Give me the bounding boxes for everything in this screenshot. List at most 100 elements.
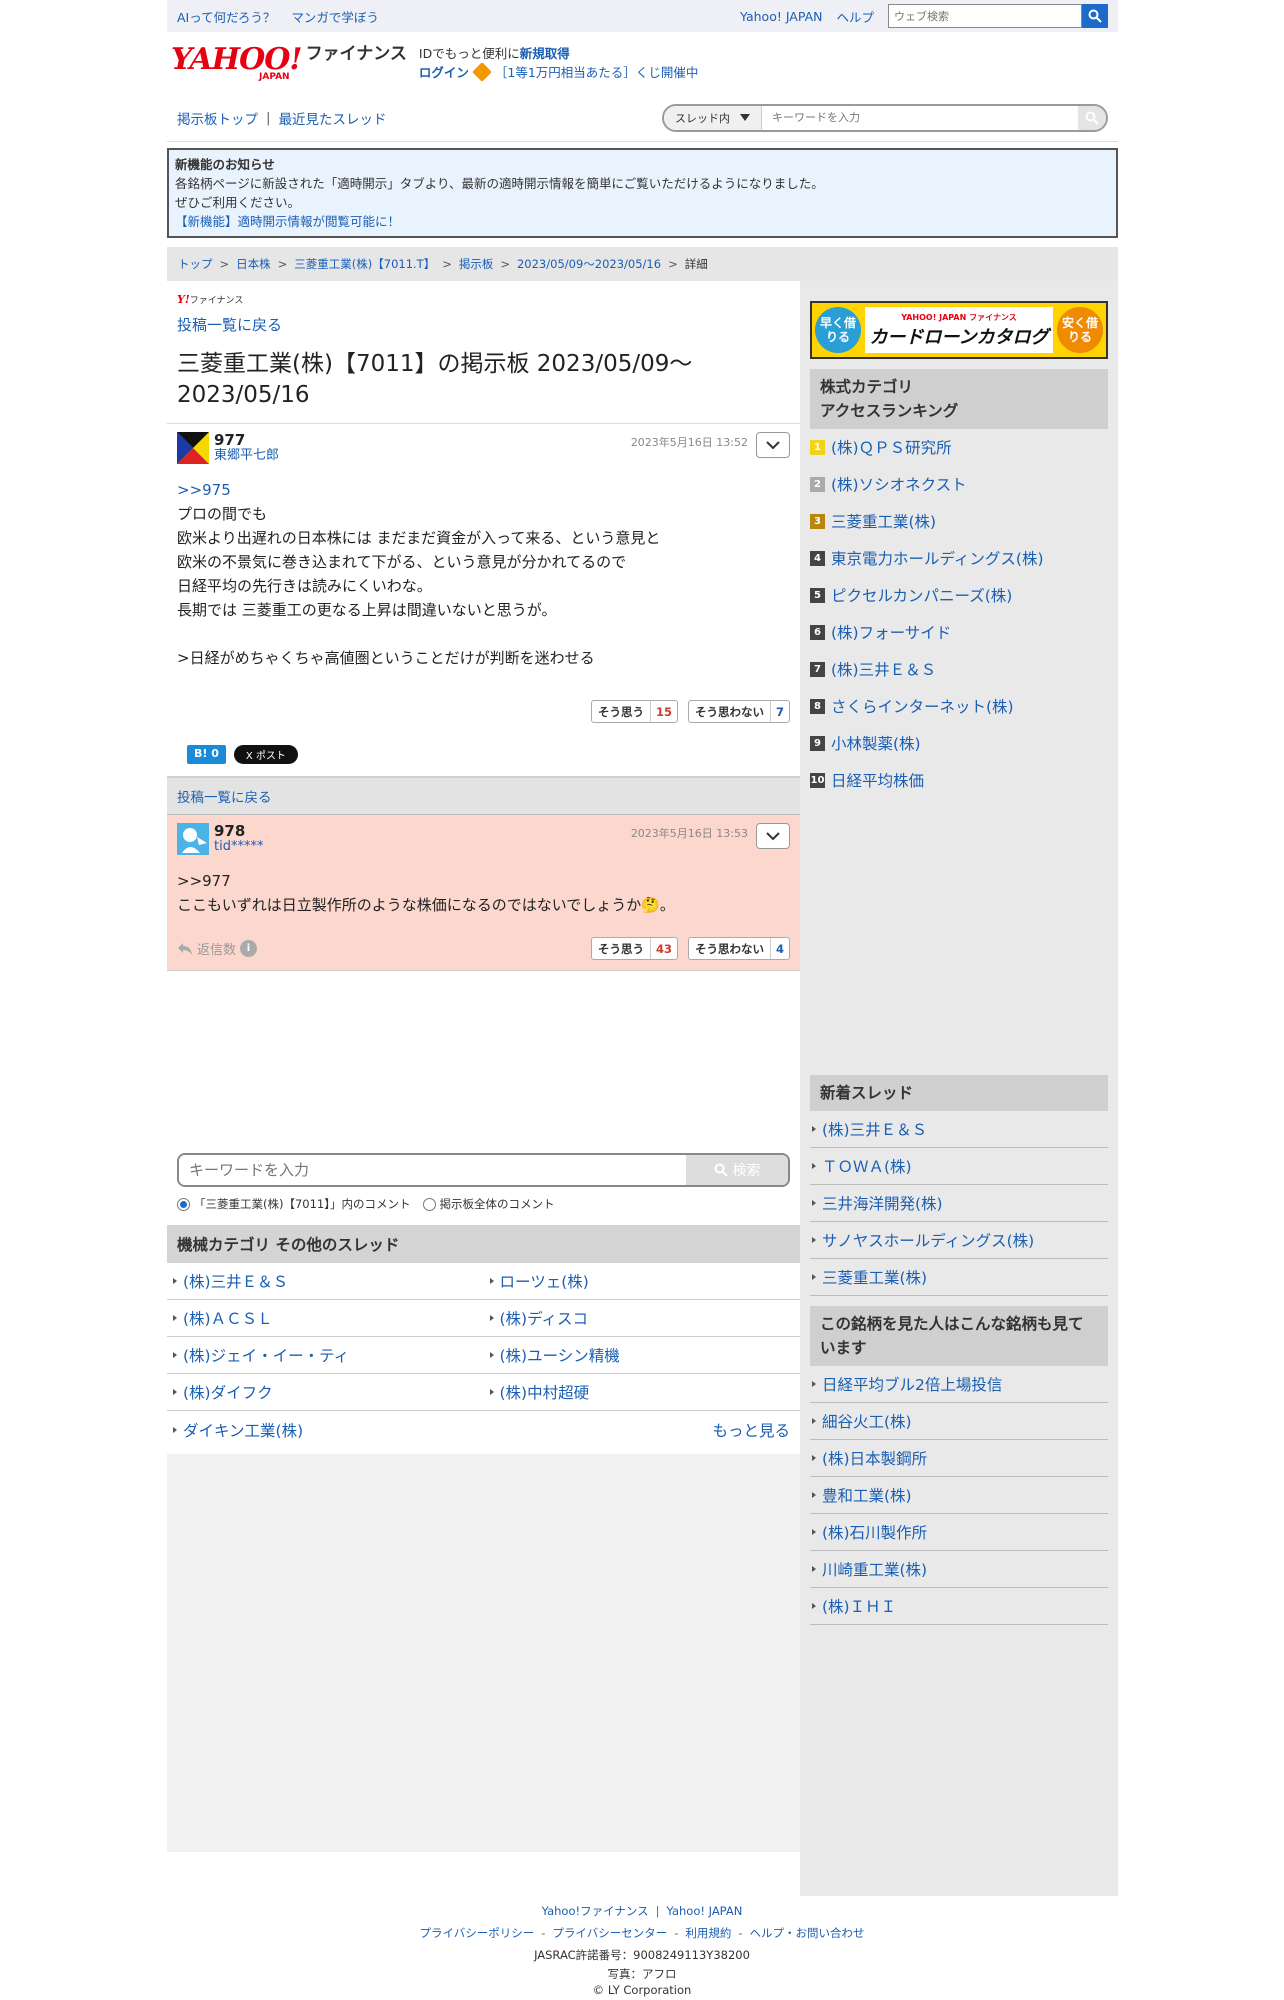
post-number[interactable]: 977	[214, 432, 279, 448]
reply-count[interactable]: 返信数 i	[177, 939, 258, 958]
thread-link[interactable]: (株)三井Ｅ＆Ｓ	[183, 1270, 288, 1292]
web-search-button[interactable]	[1082, 4, 1108, 28]
search-scope-select[interactable]: スレッド内	[664, 105, 762, 130]
board-search-button[interactable]: 検索	[686, 1155, 788, 1185]
footer-yahoo-link[interactable]: Yahoo! JAPAN	[667, 1904, 743, 1918]
thread-link[interactable]: ＴＯＷＡ(株)	[822, 1155, 912, 1177]
hatena-bookmark-button[interactable]: B! 0	[187, 745, 226, 764]
post-user[interactable]: 東郷平七郎	[214, 448, 279, 463]
thread-link[interactable]: 三菱重工業(株)	[822, 1266, 927, 1288]
reply-anchor-link[interactable]: >>975	[177, 481, 231, 499]
thread-link[interactable]: (株)ユーシン精機	[500, 1344, 620, 1366]
agree-button[interactable]: そう思う 43	[590, 937, 678, 960]
thread-link[interactable]: (株)ダイフク	[183, 1381, 273, 1403]
post-text: ここもいずれは日立製作所のような株価になるのではないでしょうか🤔。	[177, 896, 675, 914]
yahoo-finance-logo[interactable]: YAHOO! ファイナンス JAPAN	[171, 44, 407, 82]
thread-link[interactable]: (株)ジェイ・イー・ティ	[183, 1344, 349, 1366]
stock-link[interactable]: 豊和工業(株)	[822, 1484, 912, 1506]
agree-button[interactable]: そう思う 15	[590, 700, 678, 723]
back-to-list-link[interactable]: 投稿一覧に戻る	[177, 790, 272, 806]
stock-link[interactable]: 細谷火工(株)	[822, 1410, 912, 1432]
thread-link[interactable]: (株)三井Ｅ＆Ｓ	[822, 1118, 927, 1140]
crumb-stock[interactable]: 三菱重工業(株)【7011.T】	[294, 256, 435, 272]
stock-link[interactable]: (株)ＩＨＩ	[822, 1595, 896, 1617]
breadcrumb: トップ > 日本株 > 三菱重工業(株)【7011.T】 > 掲示板 > 2023/05…	[167, 247, 1118, 281]
rank-badge: 1	[810, 439, 825, 455]
crumb-japan-stocks[interactable]: 日本株	[236, 256, 271, 272]
ranking-link[interactable]: (株)ソシオネクスト	[831, 473, 967, 495]
ranking-link[interactable]: (株)フォーサイド	[831, 621, 951, 643]
thread-link[interactable]: (株)ディスコ	[500, 1307, 589, 1329]
footer-privacy-center-link[interactable]: プライバシーセンター	[552, 1926, 667, 1940]
notice-title: 新機能のお知らせ	[175, 157, 275, 172]
stock-link[interactable]: 日経平均ブル2倍上場投信	[822, 1373, 1002, 1395]
footer-privacy-policy-link[interactable]: プライバシーポリシー	[419, 1926, 534, 1940]
login-link[interactable]: ログイン	[419, 65, 469, 80]
crumb-top[interactable]: トップ	[178, 256, 213, 272]
back-to-list-link[interactable]: 投稿一覧に戻る	[177, 316, 282, 334]
signup-link[interactable]: 新規取得	[520, 46, 570, 61]
ranking-heading-line1: 株式カテゴリ	[820, 378, 914, 396]
manga-link[interactable]: マンガで学ぼう	[291, 7, 379, 26]
ranking-item: 1 (株)ＱＰＳ研究所	[810, 429, 1108, 466]
stock-link[interactable]: (株)日本製鋼所	[822, 1447, 927, 1469]
list-item: (株)ジェイ・イー・ティ	[167, 1337, 484, 1374]
ranking-item: 9 小林製薬(株)	[810, 725, 1108, 762]
thread-search-input[interactable]	[762, 105, 1078, 130]
disagree-button[interactable]: そう思わない 4	[687, 937, 790, 960]
disagree-button[interactable]: そう思わない 7	[687, 700, 790, 723]
list-item: 三井海洋開発(株)	[810, 1185, 1108, 1222]
thread-link[interactable]: (株)ＡＣＳＬ	[183, 1307, 273, 1329]
stock-link[interactable]: 川崎重工業(株)	[822, 1558, 927, 1580]
footer-help-link[interactable]: ヘルプ・お問い合わせ	[750, 1926, 865, 1940]
thread-link[interactable]: (株)中村超硬	[500, 1381, 590, 1403]
board-search-label: 検索	[732, 1163, 761, 1179]
stock-link[interactable]: (株)石川製作所	[822, 1521, 927, 1543]
rank-badge: 3	[810, 513, 825, 529]
info-icon: i	[240, 940, 258, 957]
header-promo: IDでもっと便利に新規取得 ログイン ［1等1万円相当あたる］くじ開催中	[419, 44, 698, 82]
crumb-period[interactable]: 2023/05/09〜2023/05/16	[517, 256, 661, 272]
banner-brand: YAHOO! JAPAN ファイナンス	[901, 312, 1017, 322]
post-user[interactable]: tid*****	[214, 839, 263, 854]
post-menu-button[interactable]	[756, 823, 790, 849]
avatar[interactable]	[177, 823, 209, 855]
notice-link[interactable]: 【新機能】適時開示情報が閲覧可能に！	[175, 214, 400, 229]
thread-search-button[interactable]	[1078, 105, 1106, 130]
footer-terms-link[interactable]: 利用規約	[685, 1926, 731, 1940]
avatar[interactable]	[177, 432, 209, 464]
footer-finance-link[interactable]: Yahoo!ファイナンス	[542, 1904, 649, 1918]
crumb-board[interactable]: 掲示板	[459, 256, 494, 272]
ranking-link[interactable]: さくらインターネット(株)	[831, 695, 1014, 717]
ai-link[interactable]: AIって何だろう？	[177, 7, 275, 26]
web-search-input[interactable]	[888, 4, 1082, 28]
board-search-input[interactable]	[179, 1155, 686, 1185]
list-item: (株)日本製鋼所	[810, 1440, 1108, 1477]
help-link[interactable]: ヘルプ	[836, 7, 874, 26]
ranking-link[interactable]: (株)ＱＰＳ研究所	[831, 436, 952, 458]
recent-threads-link[interactable]: 最近見たスレッド	[279, 108, 387, 128]
ranking-link[interactable]: 東京電力ホールディングス(株)	[831, 547, 1044, 569]
lottery-link[interactable]: ［1等1万円相当あたる］くじ開催中	[495, 65, 698, 80]
board-top-link[interactable]: 掲示板トップ	[177, 108, 258, 128]
radio-all-comments[interactable]: 掲示板全体のコメント	[422, 1196, 555, 1212]
thread-link[interactable]: サノヤスホールディングス(株)	[822, 1229, 1034, 1251]
post-number[interactable]: 978	[214, 823, 263, 839]
thread-link[interactable]: ダイキン工業(株)	[183, 1419, 303, 1441]
caret-icon	[812, 1126, 816, 1132]
thread-link[interactable]: ローツェ(株)	[500, 1270, 589, 1292]
hammer-icon	[472, 62, 492, 82]
post-menu-button[interactable]	[756, 432, 790, 458]
more-threads-link[interactable]: もっと見る	[712, 1419, 790, 1441]
x-post-button[interactable]: X ポスト	[233, 745, 298, 764]
card-loan-banner[interactable]: 早く借りる YAHOO! JAPAN ファイナンス カードローンカタログ 安く借…	[810, 301, 1108, 359]
ranking-link[interactable]: 三菱重工業(株)	[831, 510, 936, 532]
ranking-link[interactable]: 日経平均株価	[831, 769, 924, 791]
ranking-link[interactable]: 小林製薬(株)	[831, 732, 921, 754]
radio-unselected-icon	[422, 1197, 436, 1211]
ranking-link[interactable]: (株)三井Ｅ＆Ｓ	[831, 658, 936, 680]
thread-link[interactable]: 三井海洋開発(株)	[822, 1192, 943, 1214]
yahoo-japan-link[interactable]: Yahoo! JAPAN	[740, 9, 822, 24]
ranking-link[interactable]: ピクセルカンパニーズ(株)	[831, 584, 1012, 606]
radio-thread-comments[interactable]: 「三菱重工業(株)【7011】」内のコメント	[177, 1196, 411, 1212]
